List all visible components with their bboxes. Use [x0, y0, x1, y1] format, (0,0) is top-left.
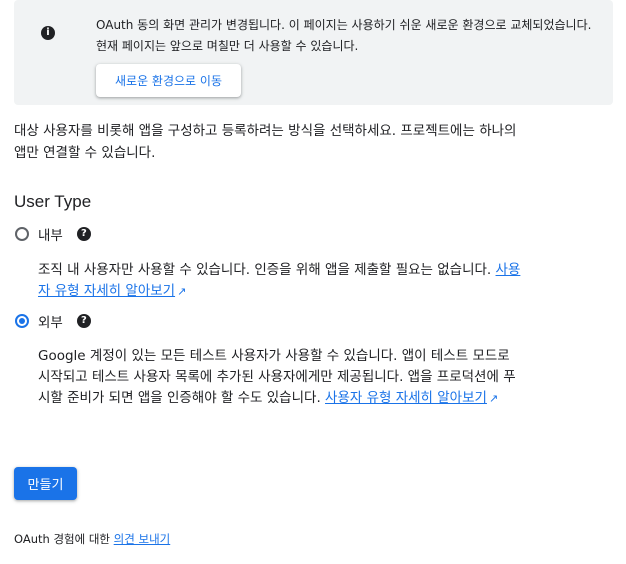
create-button[interactable]: 만들기: [14, 467, 77, 500]
user-type-heading: User Type: [14, 192, 92, 211]
feedback-text: OAuth 경험에 대한: [14, 532, 111, 546]
send-feedback-link[interactable]: 의견 보내기: [114, 532, 171, 546]
radio-internal-label[interactable]: 내부: [38, 224, 63, 244]
external-link-icon: ↗: [488, 392, 499, 405]
help-icon[interactable]: ?: [76, 314, 91, 328]
go-to-new-experience-button[interactable]: 새로운 환경으로 이동: [96, 64, 241, 97]
learn-more-user-type-link[interactable]: 사용자 유형 자세히 알아보기: [325, 390, 487, 406]
internal-description: 조직 내 사용자만 사용할 수 있습니다. 인증을 위해 앱을 제출할 필요는 …: [38, 260, 523, 302]
help-icon[interactable]: ?: [76, 227, 91, 241]
banner-text: OAuth 동의 화면 관리가 변경됩니다. 이 페이지는 사용하기 쉬운 새로…: [96, 18, 592, 53]
feedback-line: OAuth 경험에 대한 의견 보내기: [14, 530, 170, 548]
intro-text: 대상 사용자를 비롯해 앱을 구성하고 등록하려는 방식을 선택하세요. 프로젝…: [14, 123, 517, 161]
radio-external-label[interactable]: 외부: [38, 311, 63, 331]
external-description: Google 계정이 있는 모든 테스트 사용자가 사용할 수 있습니다. 앱이…: [38, 346, 523, 409]
radio-external[interactable]: [15, 314, 29, 328]
radio-internal[interactable]: [15, 227, 29, 241]
internal-description-text: 조직 내 사용자만 사용할 수 있습니다. 인증을 위해 앱을 제출할 필요는 …: [38, 262, 492, 278]
radio-option-external[interactable]: 외부 ?: [14, 311, 91, 331]
notice-banner: i OAuth 동의 화면 관리가 변경됩니다. 이 페이지는 사용하기 쉬운 …: [14, 0, 613, 105]
info-icon: i: [41, 26, 55, 40]
external-link-icon: ↗: [177, 285, 187, 298]
radio-option-internal[interactable]: 내부 ?: [14, 224, 91, 244]
